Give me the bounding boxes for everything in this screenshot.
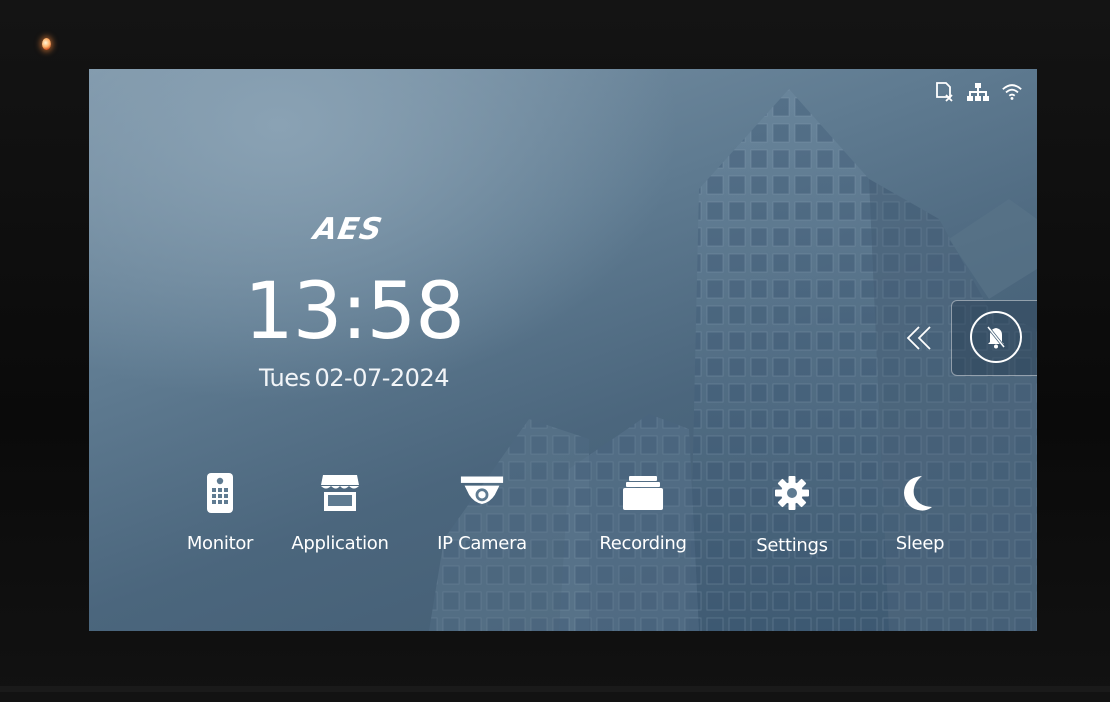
app-label: Monitor [186,533,254,554]
clock-time: 13:58 [244,267,465,357]
bezel-bottom-edge [0,686,1110,692]
app-label: Application [291,533,389,554]
home-screen: AES 13:58 Tues 02-07-2024 Monitor Applic… [89,69,1037,631]
double-chevron-left-icon[interactable] [901,320,937,356]
dome-camera-icon [460,471,504,515]
clock-date-value: 02-07-2024 [314,364,450,392]
app-label: IP Camera [437,533,527,554]
app-label: Settings [756,535,828,556]
wifi-icon [1001,81,1023,103]
clock-weekday: Tues [259,364,311,392]
clock-date: Tues 02-07-2024 [244,364,464,392]
gear-icon [770,471,814,515]
app-application[interactable]: Application [280,471,400,566]
app-label: Recording [599,533,687,554]
app-label: Sleep [895,533,945,554]
bell-muted-icon [986,326,1006,349]
moon-icon [898,471,942,515]
brand-logo: AES [310,212,386,247]
status-led [42,38,51,50]
app-settings[interactable]: Settings [732,471,852,566]
door-station-icon [198,471,242,515]
ethernet-network-icon [967,81,989,103]
app-sleep[interactable]: Sleep [860,471,980,566]
mute-button[interactable] [970,311,1022,363]
status-bar [933,81,1023,103]
app-recording[interactable]: Recording [583,471,703,566]
app-ip-camera[interactable]: IP Camera [422,471,542,566]
folder-stack-icon [621,471,665,515]
quick-panel [951,300,1037,376]
sd-card-missing-icon [933,81,955,103]
app-monitor[interactable]: Monitor [160,471,280,566]
storefront-icon [318,471,362,515]
